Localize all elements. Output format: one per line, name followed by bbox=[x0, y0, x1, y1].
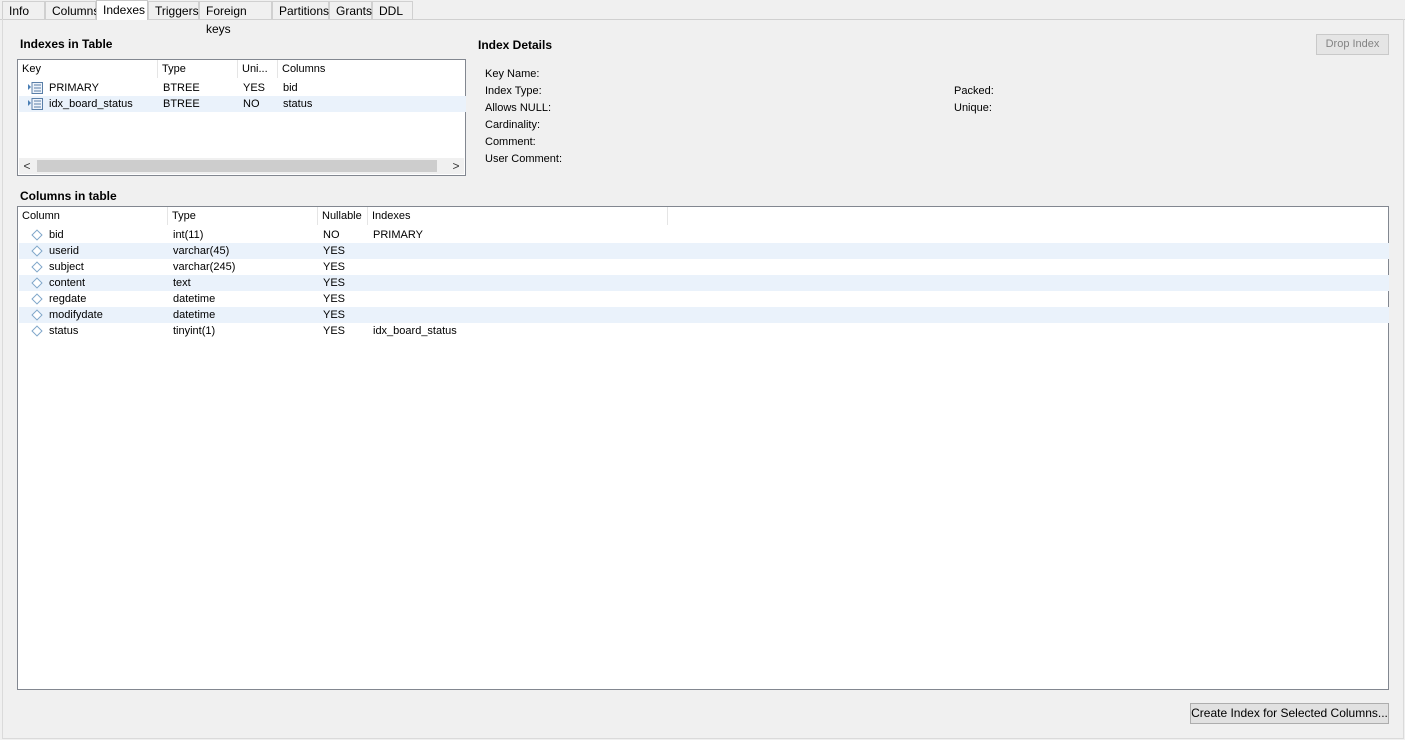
column-name-cell: content bbox=[49, 277, 86, 289]
column-row[interactable]: content text YES bbox=[19, 275, 1389, 291]
column-name-cell: modifydate bbox=[49, 309, 103, 321]
packed-label: Packed: bbox=[954, 85, 994, 97]
indexes-header-type[interactable]: Type bbox=[158, 60, 238, 78]
column-type-cell: varchar(245) bbox=[173, 261, 236, 273]
column-nullable-cell: YES bbox=[323, 245, 346, 257]
columns-header-column[interactable]: Column bbox=[18, 207, 168, 225]
column-diamond-icon bbox=[31, 293, 43, 305]
column-nullable-cell: YES bbox=[323, 325, 346, 337]
column-type-cell: varchar(45) bbox=[173, 245, 230, 257]
indexes-header-key[interactable]: Key bbox=[18, 60, 158, 78]
scroll-left-icon[interactable]: < bbox=[19, 158, 35, 174]
tab-indexes[interactable]: Indexes bbox=[96, 0, 148, 20]
tab-partitions[interactable]: Partitions bbox=[272, 1, 329, 19]
column-nullable-cell: YES bbox=[323, 277, 346, 289]
column-row[interactable]: modifydate datetime YES bbox=[19, 307, 1389, 323]
tab-columns[interactable]: Columns bbox=[45, 1, 99, 19]
index-details-title: Index Details bbox=[478, 38, 553, 52]
unique-label: Unique: bbox=[954, 102, 992, 114]
columns-header-nullable[interactable]: Nullable bbox=[318, 207, 368, 225]
cardinality-label: Cardinality: bbox=[485, 119, 541, 131]
index-columns-cell: bid bbox=[283, 82, 298, 94]
column-nullable-cell: YES bbox=[323, 293, 346, 305]
index-key-cell: PRIMARY bbox=[49, 82, 99, 94]
column-nullable-cell: NO bbox=[323, 229, 340, 241]
columns-table[interactable]: Column Type Nullable Indexes bid int(11)… bbox=[17, 206, 1389, 690]
column-type-cell: datetime bbox=[173, 293, 216, 305]
column-row[interactable]: userid varchar(45) YES bbox=[19, 243, 1389, 259]
column-type-cell: int(11) bbox=[173, 229, 204, 241]
column-name-cell: status bbox=[49, 325, 79, 337]
indexes-horizontal-scrollbar[interactable]: < > bbox=[19, 158, 464, 174]
index-unique-cell: NO bbox=[243, 98, 260, 110]
columns-header-indexes[interactable]: Indexes bbox=[368, 207, 668, 225]
column-diamond-icon bbox=[31, 245, 43, 257]
tab-ddl[interactable]: DDL bbox=[372, 1, 413, 19]
tab-bar: Info Columns Indexes Triggers Foreign ke… bbox=[0, 0, 1405, 36]
column-diamond-icon bbox=[31, 277, 43, 289]
index-row[interactable]: idx_board_status BTREE NO status bbox=[19, 96, 466, 112]
index-type-label: Index Type: bbox=[485, 85, 542, 97]
index-columns-cell: status bbox=[283, 98, 313, 110]
key-name-label: Key Name: bbox=[485, 68, 540, 80]
tab-grants[interactable]: Grants bbox=[329, 1, 372, 19]
column-nullable-cell: YES bbox=[323, 261, 346, 273]
drop-index-button[interactable]: Drop Index bbox=[1316, 34, 1389, 55]
column-type-cell: text bbox=[173, 277, 191, 289]
columns-in-table-title: Columns in table bbox=[20, 189, 117, 203]
tab-triggers[interactable]: Triggers bbox=[148, 1, 199, 19]
index-key-cell: idx_board_status bbox=[49, 98, 133, 110]
column-indexes-cell: idx_board_status bbox=[373, 325, 457, 337]
index-key-icon bbox=[28, 98, 43, 110]
column-row[interactable]: bid int(11) NO PRIMARY bbox=[19, 227, 1389, 243]
column-indexes-cell: PRIMARY bbox=[373, 229, 423, 241]
column-diamond-icon bbox=[31, 261, 43, 273]
scrollbar-thumb[interactable] bbox=[37, 160, 437, 172]
indexes-list[interactable]: Key Type Uni... Columns PRIMARY BTREE YE… bbox=[17, 59, 466, 176]
indexes-header-unique[interactable]: Uni... bbox=[238, 60, 278, 78]
allows-null-label: Allows NULL: bbox=[485, 102, 552, 114]
column-name-cell: subject bbox=[49, 261, 84, 273]
column-row[interactable]: status tinyint(1) YES idx_board_status bbox=[19, 323, 1389, 339]
index-type-cell: BTREE bbox=[163, 82, 200, 94]
column-diamond-icon bbox=[31, 309, 43, 321]
column-diamond-icon bbox=[31, 325, 43, 337]
tab-foreign-keys[interactable]: Foreign keys bbox=[199, 1, 272, 36]
comment-label: Comment: bbox=[485, 136, 536, 148]
column-type-cell: datetime bbox=[173, 309, 216, 321]
column-name-cell: userid bbox=[49, 245, 79, 257]
columns-header-type[interactable]: Type bbox=[168, 207, 318, 225]
indexes-header-columns[interactable]: Columns bbox=[278, 60, 465, 78]
index-type-cell: BTREE bbox=[163, 98, 200, 110]
column-nullable-cell: YES bbox=[323, 309, 346, 321]
user-comment-label: User Comment: bbox=[485, 153, 563, 165]
column-name-cell: regdate bbox=[49, 293, 87, 305]
index-row[interactable]: PRIMARY BTREE YES bid bbox=[19, 80, 466, 96]
column-diamond-icon bbox=[31, 229, 43, 241]
column-row[interactable]: subject varchar(245) YES bbox=[19, 259, 1389, 275]
create-index-button[interactable]: Create Index for Selected Columns... bbox=[1190, 703, 1389, 724]
column-name-cell: bid bbox=[49, 229, 64, 241]
column-row[interactable]: regdate datetime YES bbox=[19, 291, 1389, 307]
column-type-cell: tinyint(1) bbox=[173, 325, 216, 337]
indexes-in-table-title: Indexes in Table bbox=[20, 37, 113, 51]
tab-info[interactable]: Info bbox=[2, 1, 45, 19]
index-unique-cell: YES bbox=[243, 82, 266, 94]
index-key-icon bbox=[28, 82, 43, 94]
scroll-right-icon[interactable]: > bbox=[448, 158, 464, 174]
